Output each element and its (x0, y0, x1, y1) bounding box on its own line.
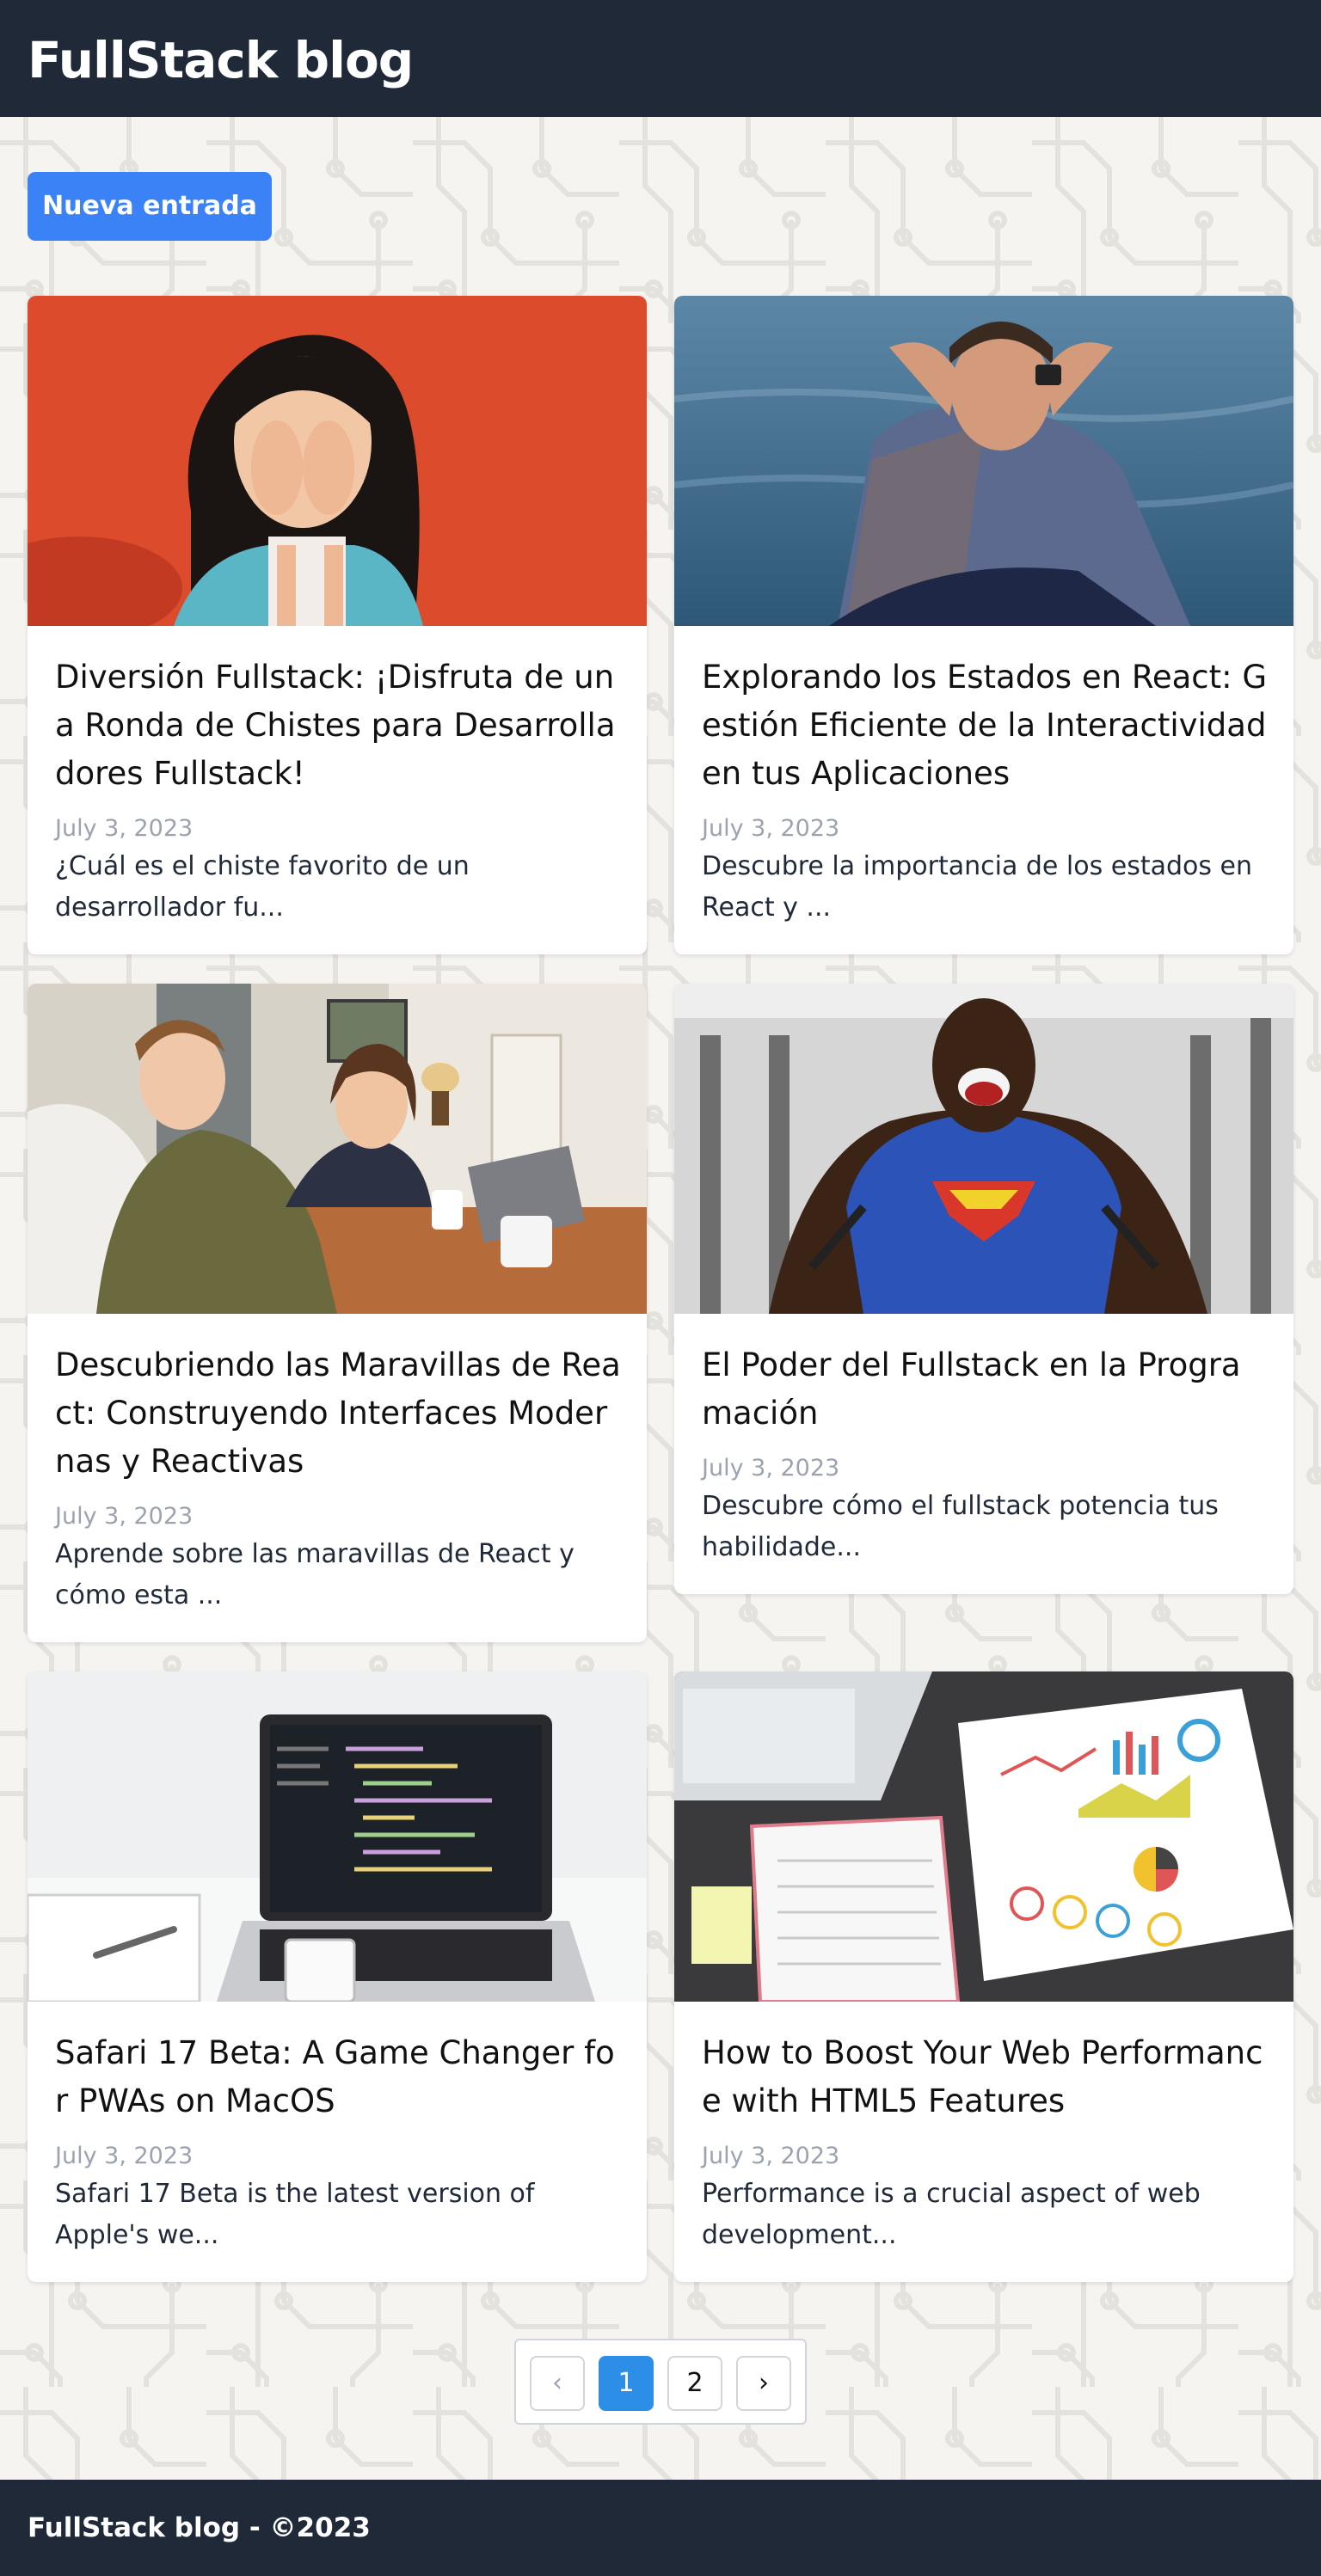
charts-report-photo-icon[interactable] (674, 1671, 1293, 2002)
post-card[interactable]: Diversión Fullstack: ¡Disfruta de una Ro… (28, 296, 647, 954)
post-title[interactable]: El Poder del Fullstack en la Programació… (702, 1341, 1269, 1438)
post-excerpt: Aprende sobre las maravillas de React y … (55, 1539, 574, 1610)
post-card[interactable]: El Poder del Fullstack en la Programació… (674, 984, 1293, 1594)
post-excerpt: ¿Cuál es el chiste favorito de un desarr… (55, 851, 470, 923)
stressed-man-photo-icon[interactable] (674, 296, 1293, 626)
post-card[interactable]: Explorando los Estados en React: Gestión… (674, 296, 1293, 954)
post-card[interactable]: How to Boost Your Web Performance with H… (674, 1671, 1293, 2282)
page-1-button[interactable]: 1 (599, 2356, 654, 2411)
post-card[interactable]: Safari 17 Beta: A Game Changer for PWAs … (28, 1671, 647, 2282)
post-date: July 3, 2023 (702, 2143, 840, 2169)
post-title[interactable]: Explorando los Estados en React: Gestión… (702, 653, 1269, 798)
post-title[interactable]: Safari 17 Beta: A Game Changer for PWAs … (55, 2029, 623, 2125)
post-excerpt: Performance is a crucial aspect of web d… (702, 2179, 1201, 2250)
post-date: July 3, 2023 (55, 815, 194, 842)
site-footer: FullStack blog - ©2023 (0, 2480, 1321, 2576)
post-date: July 3, 2023 (702, 815, 840, 842)
laptop-code-photo-icon[interactable] (28, 1671, 647, 2002)
post-excerpt: Safari 17 Beta is the latest version of … (55, 2179, 535, 2250)
superman-gym-photo-icon[interactable] (674, 984, 1293, 1314)
prev-page-button[interactable]: ‹ (530, 2356, 585, 2411)
post-title[interactable]: Descubriendo las Maravillas de React: Co… (55, 1341, 623, 1486)
pagination: ‹ 1 2 › (514, 2339, 807, 2425)
post-date: July 3, 2023 (55, 2143, 194, 2169)
site-title[interactable]: FullStack blog (28, 29, 414, 91)
page-2-button[interactable]: 2 (667, 2356, 722, 2411)
post-title[interactable]: How to Boost Your Web Performance with H… (702, 2029, 1269, 2125)
women-at-laptop-photo-icon[interactable] (28, 984, 647, 1314)
post-date: July 3, 2023 (702, 1455, 840, 1481)
next-page-button[interactable]: › (736, 2356, 791, 2411)
post-excerpt: Descubre cómo el fullstack potencia tus … (702, 1491, 1219, 1562)
new-post-button[interactable]: Nueva entrada (28, 172, 272, 241)
post-card[interactable]: Descubriendo las Maravillas de React: Co… (28, 984, 647, 1642)
laughing-woman-photo-icon[interactable] (28, 296, 647, 626)
footer-text: FullStack blog - ©2023 (28, 2512, 371, 2543)
post-date: July 3, 2023 (55, 1503, 194, 1530)
post-excerpt: Descubre la importancia de los estados e… (702, 851, 1253, 923)
site-header: FullStack blog (0, 0, 1321, 117)
post-title[interactable]: Diversión Fullstack: ¡Disfruta de una Ro… (55, 653, 623, 798)
